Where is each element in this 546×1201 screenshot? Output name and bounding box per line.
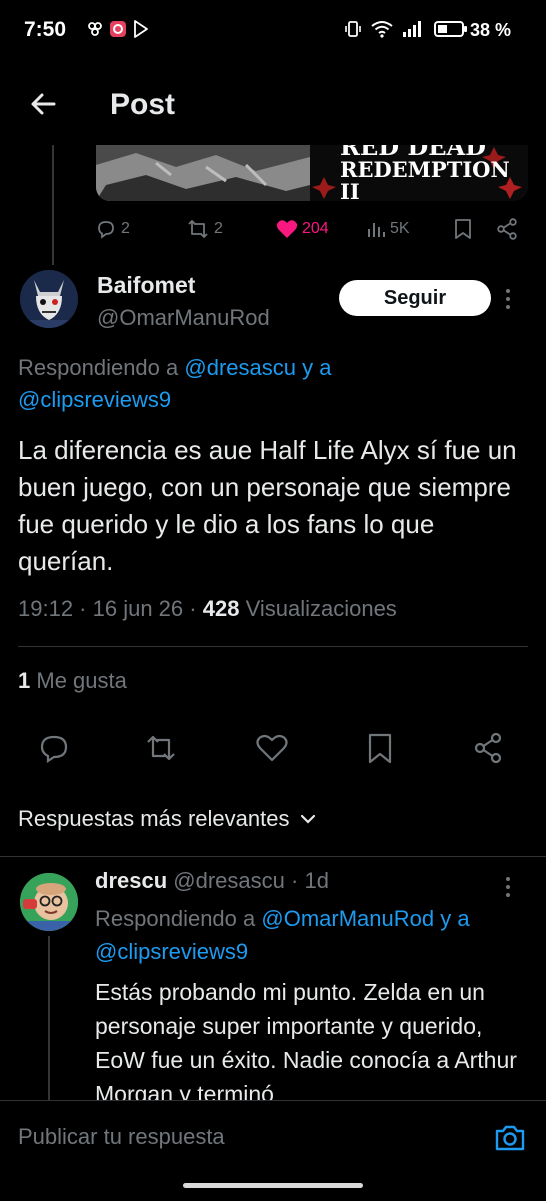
reply-age[interactable]: 1d — [304, 868, 328, 893]
share-icon — [496, 218, 518, 240]
more-options-button[interactable] — [505, 876, 511, 898]
reply-icon — [95, 218, 117, 240]
like-action[interactable]: 204 — [276, 216, 329, 242]
author-handle[interactable]: @OmarManuRod — [97, 305, 270, 331]
follow-button[interactable]: Seguir — [339, 280, 491, 316]
bookmark-button[interactable] — [362, 730, 398, 766]
reply-header: drescu @dresascu · 1d — [95, 868, 329, 893]
tweet-time[interactable]: 19:12 — [18, 596, 73, 621]
share-action[interactable] — [496, 216, 518, 242]
likes-label: Me gusta — [36, 668, 127, 693]
reply-button[interactable] — [36, 730, 72, 766]
app-notification-icon — [86, 20, 104, 38]
like-count: 204 — [302, 220, 329, 237]
repost-icon — [186, 218, 210, 240]
views-number: 428 — [202, 596, 240, 621]
repost-icon — [143, 730, 179, 766]
repost-action[interactable]: 2 — [186, 216, 223, 242]
replies-sort-label: Respuestas más relevantes — [18, 806, 290, 831]
reply-author-handle[interactable]: @dresascu — [173, 868, 285, 893]
page-title: Post — [110, 88, 176, 121]
thread-line — [52, 145, 54, 265]
more-options-button[interactable] — [505, 288, 511, 310]
likes-number: 1 — [18, 668, 31, 693]
heart-filled-icon — [276, 219, 298, 239]
likes-summary[interactable]: 1 Me gusta — [18, 668, 127, 694]
camera-button[interactable] — [493, 1121, 527, 1155]
author-name[interactable]: Baifomet — [97, 272, 195, 299]
tweet-text: La diferencia es aue Half Life Alyx sí f… — [18, 435, 517, 576]
wifi-icon — [370, 20, 394, 38]
avatar[interactable] — [20, 270, 78, 328]
vibrate-icon — [344, 20, 362, 38]
media-title-line2: REDEMPTION II — [340, 157, 510, 202]
tweet-meta: 19:12 · 16 jun 26 · 428 Visualizaciones — [18, 596, 397, 621]
signal-icon — [402, 20, 424, 38]
reply-icon — [36, 730, 72, 766]
tweet-date[interactable]: 16 jun 26 — [93, 596, 184, 621]
heart-icon — [254, 730, 290, 766]
mention-link[interactable]: @OmarManuRod — [261, 906, 434, 931]
like-button[interactable] — [254, 730, 290, 766]
replying-prefix: Respondiendo a — [18, 355, 179, 380]
thread-line — [48, 936, 50, 1106]
camera-icon — [493, 1121, 527, 1155]
app-notification-icon — [109, 20, 127, 38]
views-label: Visualizaciones — [245, 596, 397, 621]
reply-action[interactable]: 2 — [95, 216, 130, 242]
more-vertical-icon — [505, 876, 511, 898]
views-action[interactable]: 5K — [366, 216, 410, 242]
reply-input[interactable]: Publicar tu respuesta — [18, 1124, 225, 1150]
replying-to: Respondiendo a @dresascu y a @clipsrevie… — [18, 352, 518, 416]
replying-and[interactable]: y a — [440, 906, 469, 931]
divider — [18, 646, 528, 647]
home-indicator[interactable] — [183, 1183, 363, 1188]
arrow-left-icon — [24, 84, 64, 124]
replying-to: Respondiendo a @OmarManuRod y a @clipsre… — [95, 902, 525, 968]
battery-percentage: 38 % — [470, 20, 512, 40]
bookmark-icon — [362, 730, 398, 766]
mention-link[interactable]: @clipsreviews9 — [18, 387, 171, 412]
repost-count: 2 — [214, 220, 223, 237]
avatar[interactable] — [20, 873, 78, 931]
share-button[interactable] — [470, 730, 506, 766]
back-button[interactable] — [24, 84, 64, 124]
replying-and[interactable]: y a — [302, 355, 331, 380]
reply-count: 2 — [121, 220, 130, 237]
play-store-icon — [133, 20, 149, 38]
replies-sort-dropdown[interactable]: Respuestas más relevantes — [18, 806, 317, 832]
battery-icon — [434, 20, 468, 38]
media-image-right[interactable]: RED DEAD REDEMPTION II — [310, 145, 528, 201]
media-image-left[interactable] — [96, 145, 310, 201]
bookmark-icon — [454, 218, 472, 240]
reply-author-name[interactable]: drescu — [95, 868, 167, 893]
mention-link[interactable]: @dresascu — [184, 355, 296, 380]
views-icon — [366, 219, 386, 239]
bookmark-action[interactable] — [454, 216, 472, 242]
share-icon — [470, 730, 506, 766]
replying-prefix: Respondiendo a — [95, 906, 256, 931]
chevron-down-icon — [299, 813, 317, 825]
divider — [0, 856, 546, 857]
views-count: 5K — [390, 220, 410, 237]
more-vertical-icon — [505, 288, 511, 310]
reply-text: Estás probando mi punto. Zelda en un per… — [95, 979, 517, 1100]
mention-link[interactable]: @clipsreviews9 — [95, 939, 248, 964]
status-time: 7:50 — [24, 18, 67, 41]
repost-button[interactable] — [143, 730, 179, 766]
